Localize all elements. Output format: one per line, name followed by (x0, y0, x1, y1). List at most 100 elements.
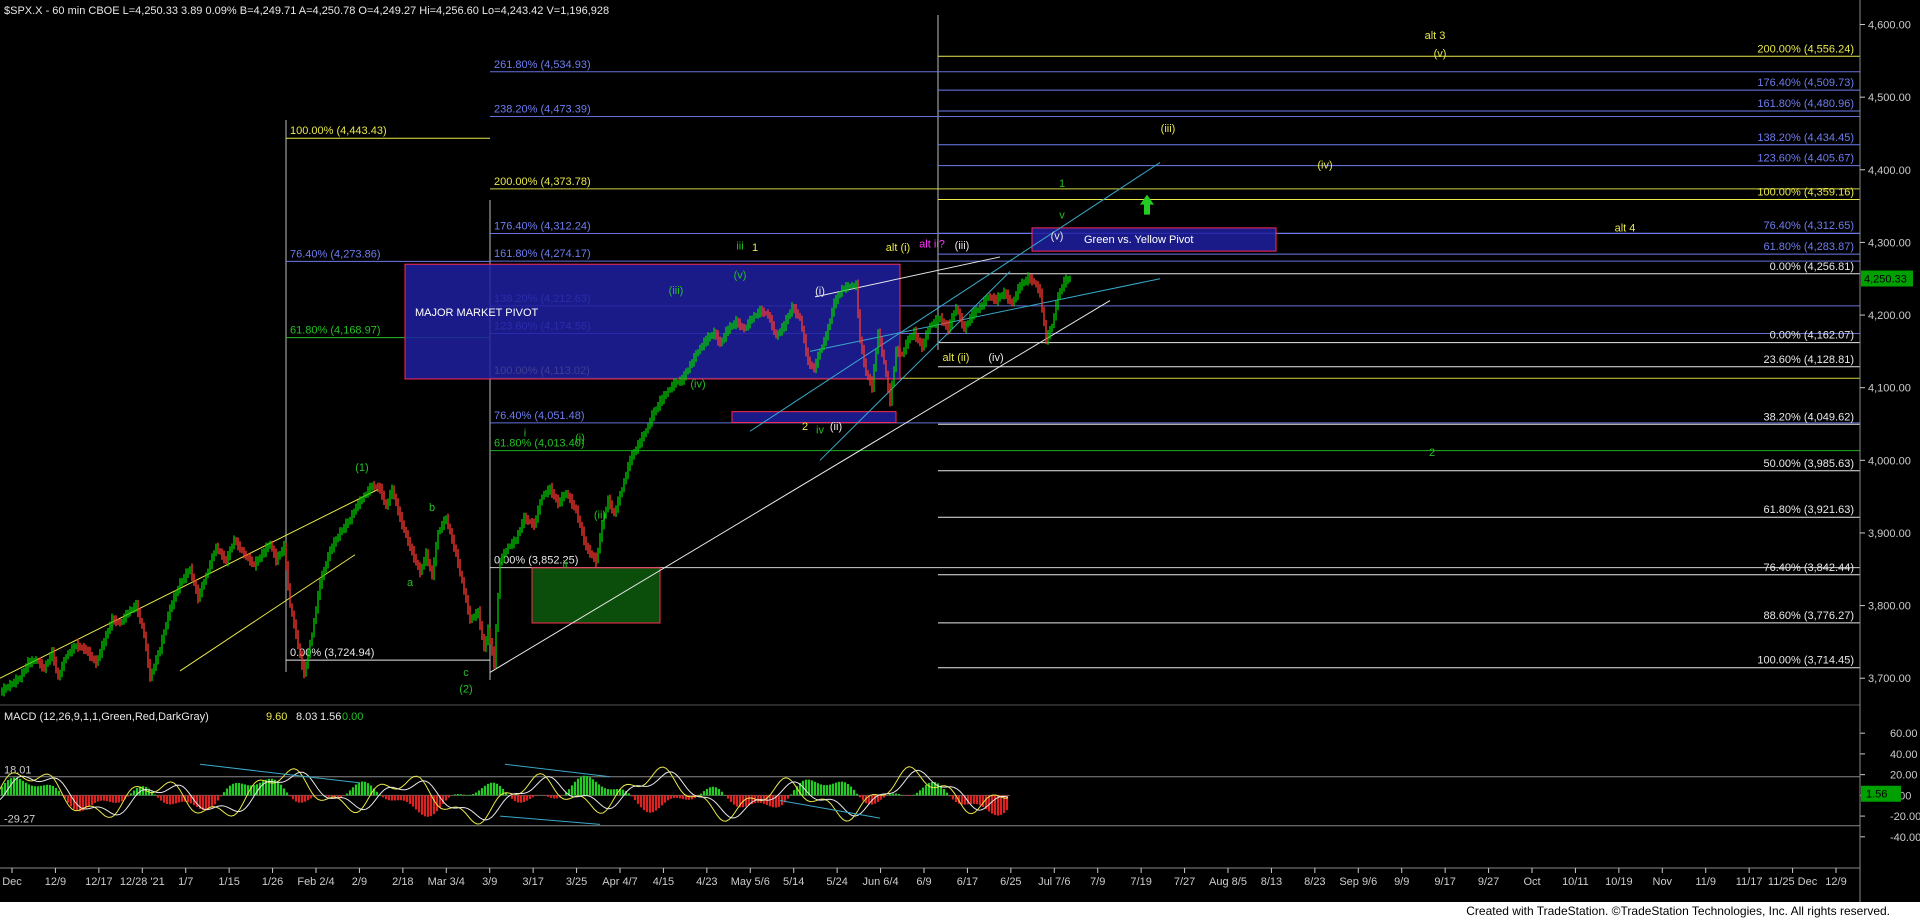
x-tick-label: 11/25 Dec (1768, 876, 1818, 888)
x-tick-label: 9/17 (1434, 876, 1455, 888)
fib-label-right: 38.20% (4,049.62) (1763, 411, 1854, 423)
wave-label: (1) (355, 462, 368, 474)
fib-label-right: 138.20% (4,434.45) (1757, 132, 1854, 144)
macd-value: 0.00 (342, 711, 363, 723)
y-tick-label: 3,700.00 (1868, 673, 1911, 685)
x-tick-label: 1/15 (218, 876, 239, 888)
macd-y-tick-label: -20.00 (1890, 811, 1920, 823)
macd-side-label: -29.27 (4, 814, 35, 826)
x-tick-label: 5/14 (783, 876, 804, 888)
wave-label: (2) (459, 684, 472, 696)
x-tick-label: Sep 9/6 (1339, 876, 1377, 888)
y-tick-label: 4,400.00 (1868, 165, 1911, 177)
wave-label: (ii) (594, 509, 606, 521)
fib-label-mid: 200.00% (4,373.78) (494, 176, 591, 188)
wave-label: (i) (575, 432, 585, 444)
copyright-text: Created with TradeStation. ©TradeStation… (1466, 904, 1890, 918)
last-price-label: 4,250.33 (1864, 273, 1907, 285)
macd-side-label: 18.01 (4, 765, 32, 777)
fib-label-mid: 61.80% (4,013.40) (494, 438, 585, 450)
x-tick-label: 4/23 (696, 876, 717, 888)
x-tick-label: May 5/6 (731, 876, 770, 888)
wave-label: 2 (802, 421, 808, 433)
wave-label: alt ii? (919, 239, 945, 251)
fib-label-right: 0.00% (4,162.07) (1770, 330, 1854, 342)
y-tick-label: 4,300.00 (1868, 237, 1911, 249)
fib-label-mid: 176.40% (4,312.24) (494, 221, 591, 233)
y-tick-label: 4,500.00 (1868, 92, 1911, 104)
pivot-box (404, 263, 901, 380)
y-tick-label: 4,100.00 (1868, 383, 1911, 395)
fib-label-right: 76.40% (4,312.65) (1763, 220, 1854, 232)
x-tick-label: 6/17 (957, 876, 978, 888)
x-tick-label: 10/19 (1605, 876, 1633, 888)
x-tick-label: 12/17 (85, 876, 113, 888)
x-tick-label: 12/9 (1825, 876, 1846, 888)
macd-last-label: 1.56 (1866, 789, 1887, 801)
wave-label: (iv) (1317, 159, 1332, 171)
x-tick-label: Jun 6/4 (863, 876, 899, 888)
x-tick-label: 1/7 (178, 876, 193, 888)
wave-label: (iv) (988, 352, 1003, 364)
x-tick-label: 11/9 (1695, 876, 1716, 888)
wave-label: i (524, 427, 526, 439)
fib-label-right: 176.40% (4,509.73) (1757, 77, 1854, 89)
x-tick-label: 7/9 (1090, 876, 1105, 888)
wave-label: alt (i) (886, 242, 910, 254)
wave-label: 2 (1429, 447, 1435, 459)
x-tick-label: 1/26 (262, 876, 283, 888)
wave-label: a (407, 577, 414, 589)
wave-label: (ii) (830, 421, 842, 433)
wave-label: b (429, 502, 435, 514)
wave-label: (iv) (690, 379, 705, 391)
x-tick-label: 5/24 (826, 876, 847, 888)
x-tick-label: 7/27 (1174, 876, 1195, 888)
y-tick-label: 3,800.00 (1868, 601, 1911, 613)
fib-label-right: 61.80% (4,283.87) (1763, 241, 1854, 253)
wave-label: 1 (1059, 178, 1065, 190)
price-chart: 100.00% (4,443.43) 76.40% (4,273.86) 61.80… (0, 0, 1920, 902)
fib-label-right: 50.00% (3,985.63) (1763, 458, 1854, 470)
x-tick-label: Feb 2/4 (297, 876, 334, 888)
x-tick-label: 7/19 (1130, 876, 1151, 888)
fib-label-mid: 161.80% (4,274.17) (494, 248, 591, 260)
macd-y-tick-label: 20.00 (1890, 770, 1918, 782)
wave-label: c (463, 667, 469, 679)
x-tick-label: Jul 7/6 (1038, 876, 1070, 888)
fib-label-mid: 76.40% (4,051.48) (494, 410, 585, 422)
x-tick-label: Oct (1523, 876, 1540, 888)
wave-label: alt 3 (1425, 30, 1446, 42)
macd-y-tick-label: 40.00 (1890, 749, 1918, 761)
fib-label-mid: 261.80% (4,534.93) (494, 59, 591, 71)
chart-header: $SPX.X - 60 min CBOE L=4,250.33 3.89 0.0… (4, 5, 609, 17)
wave-label: iv (816, 424, 824, 436)
fib-label-left: 0.00% (3,724.94) (290, 647, 374, 659)
pivot-box (531, 567, 661, 624)
x-tick-label: 11/17 (1736, 876, 1763, 888)
fib-label-left: 61.80% (4,168.97) (290, 325, 381, 337)
wave-label: (iii) (1161, 123, 1176, 135)
wave-label: (v) (1434, 48, 1447, 60)
x-tick-label: Dec (2, 876, 22, 888)
wave-label: ii (563, 559, 568, 571)
x-tick-label: 2/18 (392, 876, 413, 888)
y-tick-label: 3,900.00 (1868, 528, 1911, 540)
x-tick-label: Mar 3/4 (428, 876, 465, 888)
wave-label: (iii) (955, 240, 970, 252)
macd-value: 1.56 (320, 711, 341, 723)
fib-label-mid: 238.20% (4,473.39) (494, 103, 591, 115)
macd-y-tick-label: 60.00 (1890, 728, 1918, 740)
macd-value: 9.60 (266, 711, 287, 723)
fib-label-right: 200.00% (4,556.24) (1757, 43, 1854, 55)
x-tick-label: 3/25 (566, 876, 587, 888)
fib-label-left: 76.40% (4,273.86) (290, 248, 381, 260)
fib-label-right: 23.60% (4,128.81) (1763, 354, 1854, 366)
x-tick-label: 12/28 '21 (120, 876, 165, 888)
y-tick-label: 4,600.00 (1868, 20, 1911, 32)
wave-label: alt (ii) (943, 352, 970, 364)
fib-label-right: 123.60% (4,405.67) (1757, 153, 1854, 165)
wave-label: (v) (1051, 231, 1064, 243)
x-tick-label: 4/15 (653, 876, 674, 888)
fib-label-right: 61.80% (3,921.63) (1763, 504, 1854, 516)
x-tick-label: 2/9 (352, 876, 367, 888)
